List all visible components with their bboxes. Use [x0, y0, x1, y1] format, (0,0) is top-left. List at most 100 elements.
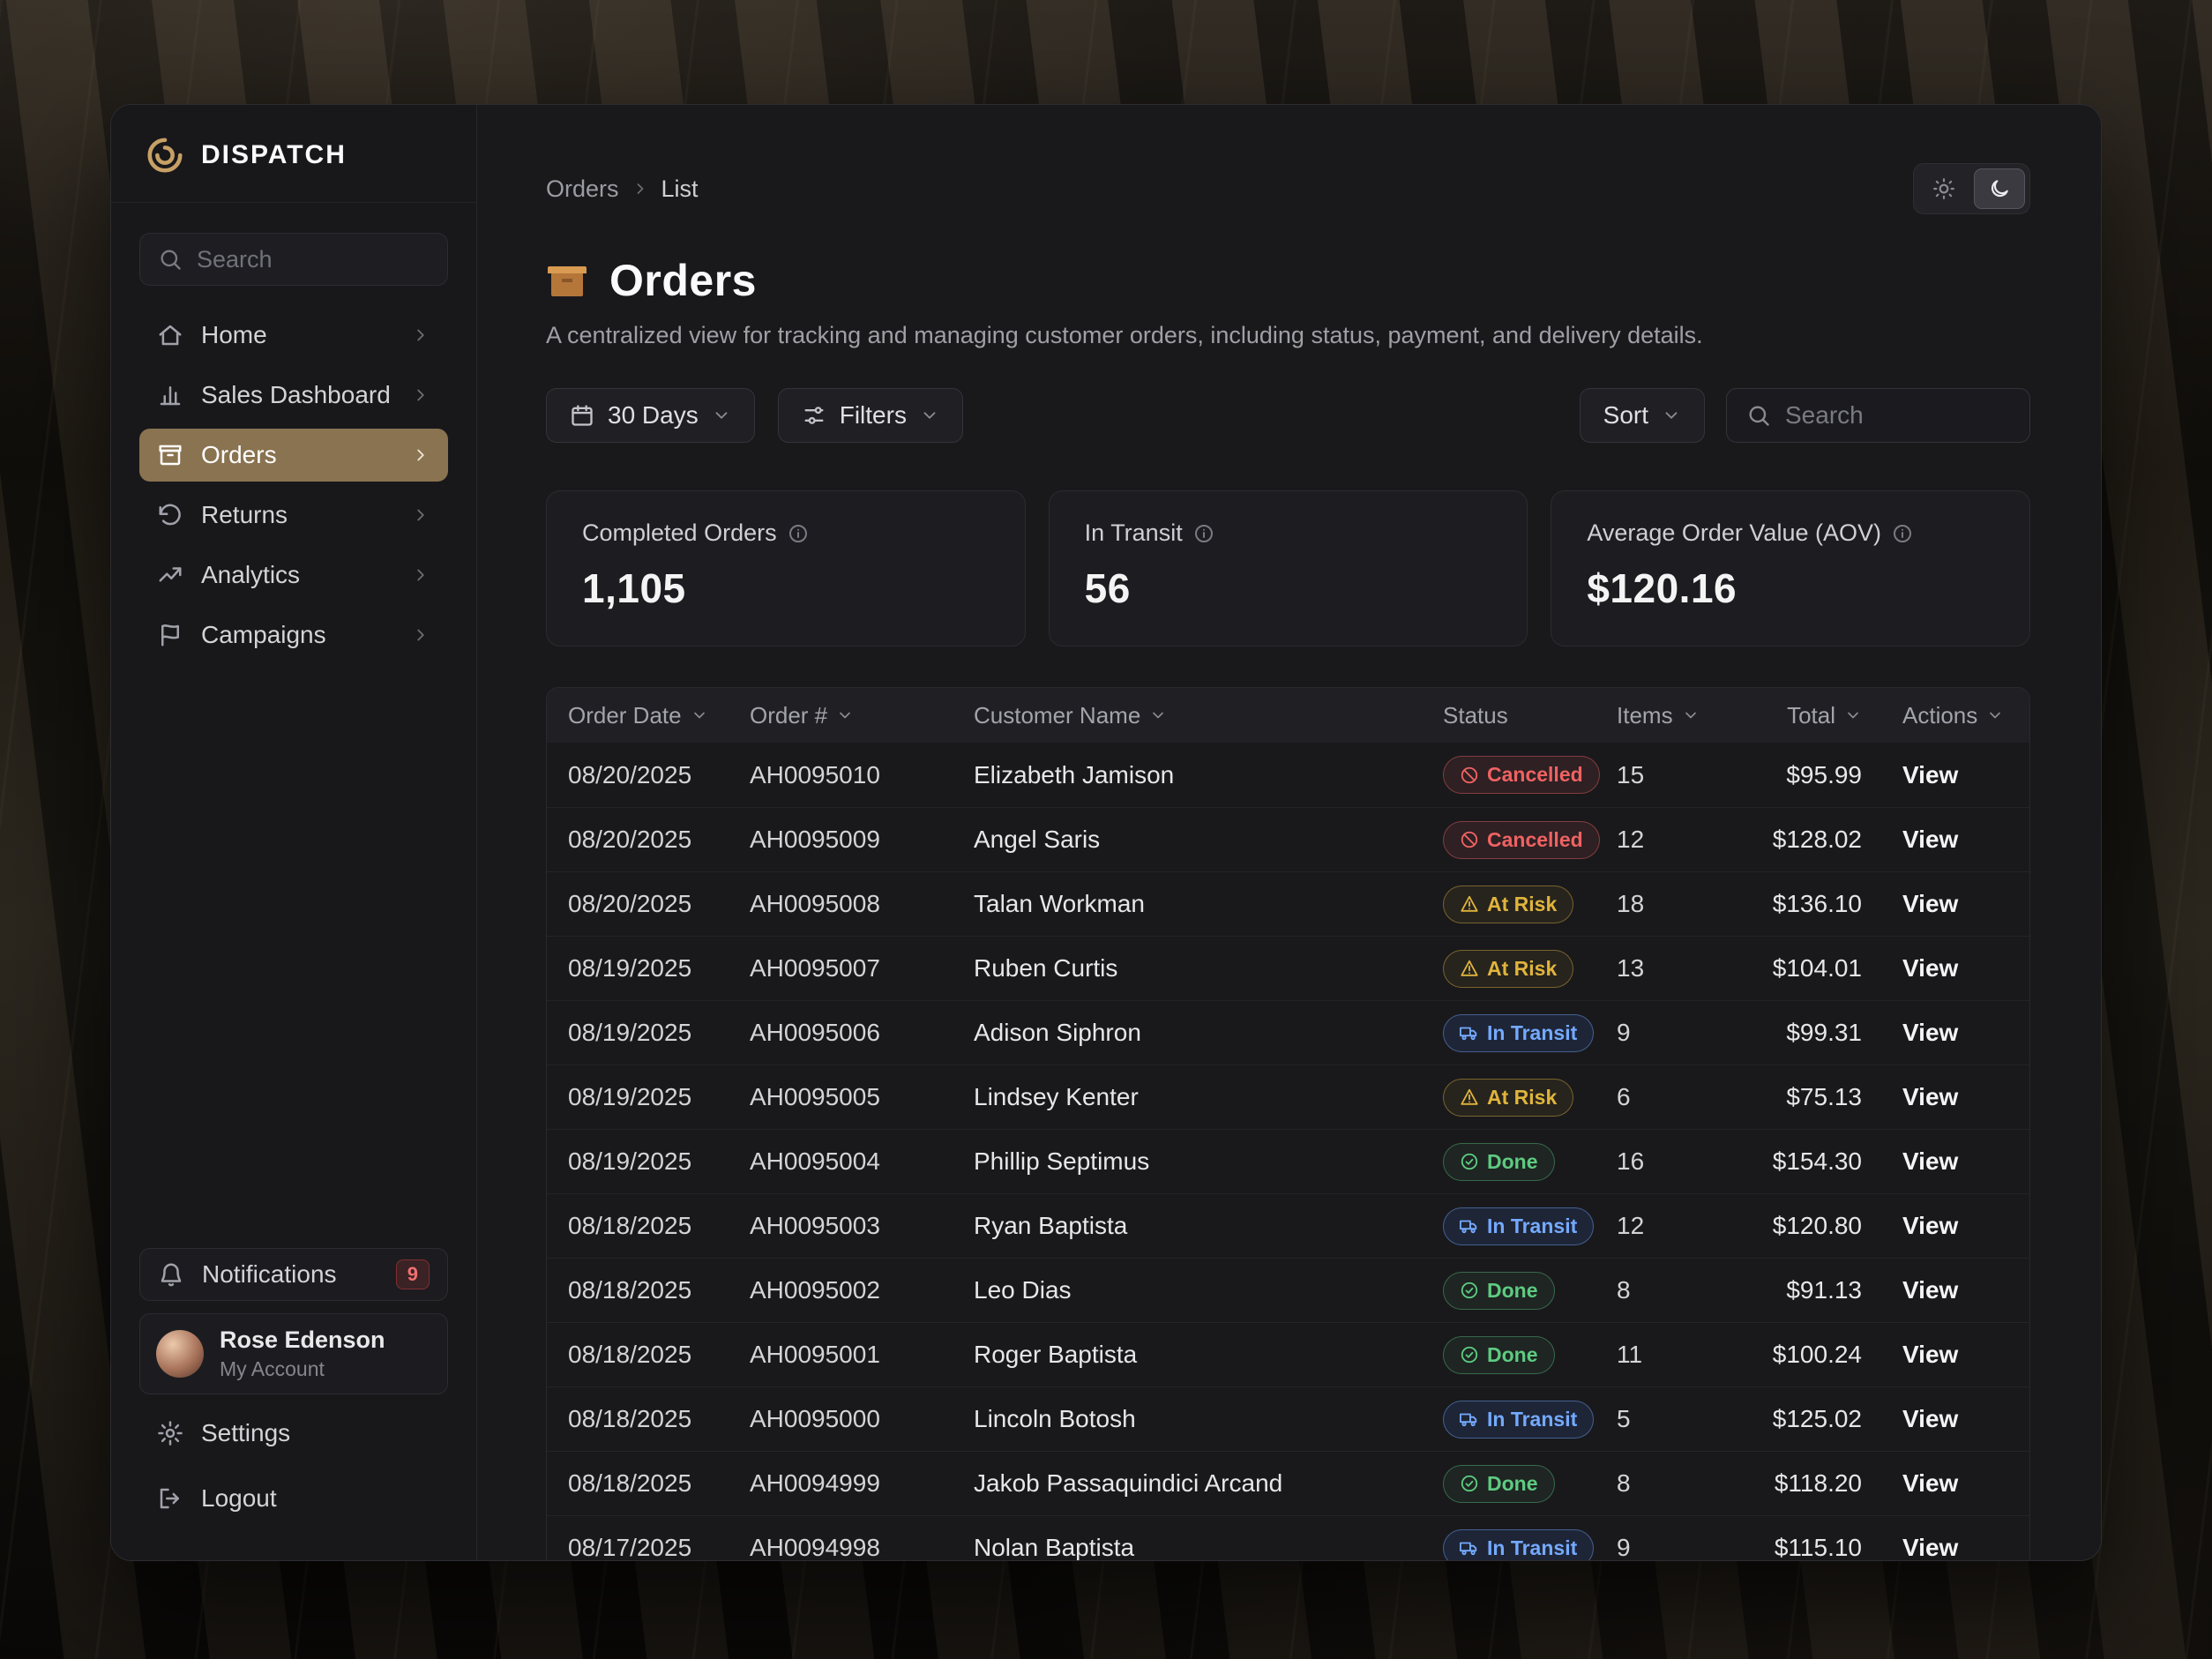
column-label: Order #: [750, 702, 827, 729]
view-order-button[interactable]: View: [1902, 1469, 1958, 1498]
view-order-button[interactable]: View: [1902, 1019, 1958, 1047]
view-order-button[interactable]: View: [1902, 1534, 1958, 1560]
status-cell: Cancelled: [1441, 756, 1615, 794]
light-mode-button[interactable]: [1918, 168, 1969, 209]
order-date-cell: 08/20/2025: [547, 890, 748, 918]
chevron-down-icon: [836, 706, 854, 724]
status-cell: At Risk: [1441, 886, 1615, 923]
view-order-button[interactable]: View: [1902, 890, 1958, 918]
column-header-actions[interactable]: Actions: [1901, 702, 2029, 729]
status-cell: In Transit: [1441, 1207, 1615, 1245]
table-header: Order DateOrder # Customer NameStatusItem…: [547, 688, 2029, 743]
sidebar-item-orders[interactable]: Orders: [139, 429, 448, 482]
sidebar-search-input[interactable]: [197, 246, 509, 273]
filters-button[interactable]: Filters: [778, 388, 963, 443]
sidebar-search[interactable]: [139, 233, 448, 286]
app-window: DISPATCH Home Sales Dashboard Orders Return…: [110, 104, 2102, 1561]
at-risk-icon: [1460, 894, 1479, 914]
view-order-button[interactable]: View: [1902, 761, 1958, 789]
done-icon: [1460, 1345, 1479, 1364]
sidebar-item-sales-dashboard[interactable]: Sales Dashboard: [139, 369, 448, 422]
order-date-cell: 08/20/2025: [547, 826, 748, 854]
view-order-button[interactable]: View: [1902, 1212, 1958, 1240]
sort-button[interactable]: Sort: [1580, 388, 1705, 443]
sidebar-item-notifications[interactable]: Notifications 9: [139, 1248, 448, 1301]
table-row: 08/19/2025AH0095004Phillip SeptimusDone1…: [547, 1129, 2029, 1193]
items-cell: 9: [1615, 1534, 1742, 1560]
info-icon[interactable]: [1892, 523, 1913, 544]
total-cell: $91.13: [1742, 1276, 1901, 1304]
order-number-cell: AH0094999: [748, 1469, 972, 1498]
column-header-items[interactable]: Items: [1615, 702, 1742, 729]
dark-mode-button[interactable]: [1974, 168, 2025, 209]
status-cell: At Risk: [1441, 950, 1615, 988]
sidebar-item-settings[interactable]: Settings: [139, 1407, 448, 1460]
items-cell: 9: [1615, 1019, 1742, 1047]
customer-name-cell: Roger Baptista: [972, 1341, 1441, 1369]
sidebar-bottom: Notifications 9 Rose Edenson My Account …: [111, 1227, 476, 1560]
sort-label: Sort: [1603, 401, 1648, 430]
view-order-button[interactable]: View: [1902, 1405, 1958, 1433]
stat-label: Average Order Value (AOV): [1587, 519, 1881, 547]
view-order-button[interactable]: View: [1902, 1341, 1958, 1369]
view-order-button[interactable]: View: [1902, 1276, 1958, 1304]
column-header-total[interactable]: Total: [1742, 702, 1901, 729]
sidebar-item-analytics[interactable]: Analytics: [139, 549, 448, 602]
actions-cell: View: [1901, 1212, 2029, 1240]
column-header-status[interactable]: Status: [1441, 702, 1615, 729]
done-icon: [1460, 1152, 1479, 1171]
orders-table: Order DateOrder # Customer NameStatusItem…: [546, 687, 2030, 1560]
status-label: At Risk: [1487, 893, 1557, 916]
actions-cell: View: [1901, 1083, 2029, 1111]
order-number-cell: AH0095010: [748, 761, 972, 789]
actions-cell: View: [1901, 1469, 2029, 1498]
sidebar-item-logout[interactable]: Logout: [139, 1472, 448, 1525]
stat-value: 1,105: [582, 564, 990, 612]
actions-cell: View: [1901, 1147, 2029, 1176]
table-search[interactable]: [1726, 388, 2030, 443]
customer-name-cell: Jakob Passaquindici Arcand: [972, 1469, 1441, 1498]
view-order-button[interactable]: View: [1902, 954, 1958, 983]
sidebar-item-returns[interactable]: Returns: [139, 489, 448, 542]
view-order-button[interactable]: View: [1902, 826, 1958, 854]
customer-name-cell: Elizabeth Jamison: [972, 761, 1441, 789]
search-icon: [1746, 403, 1771, 428]
view-order-button[interactable]: View: [1902, 1147, 1958, 1176]
page-title: Orders: [609, 255, 757, 306]
brand-name: DISPATCH: [201, 140, 347, 170]
user-account[interactable]: Rose Edenson My Account: [139, 1313, 448, 1394]
status-label: Cancelled: [1487, 763, 1583, 787]
chevron-right-icon: [411, 625, 430, 645]
returns-icon: [157, 502, 183, 528]
order-number-cell: AH0095003: [748, 1212, 972, 1240]
order-date-cell: 08/19/2025: [547, 954, 748, 983]
breadcrumb-orders[interactable]: Orders: [546, 176, 619, 203]
table-row: 08/19/2025AH0095005Lindsey KenterAt Risk…: [547, 1065, 2029, 1129]
box-icon: [157, 442, 183, 468]
total-cell: $115.10: [1742, 1534, 1901, 1560]
column-header-order-date[interactable]: Order Date: [547, 702, 748, 729]
stat-label: Completed Orders: [582, 519, 777, 547]
date-range-button[interactable]: 30 Days: [546, 388, 755, 443]
total-cell: $95.99: [1742, 761, 1901, 789]
sidebar-item-home[interactable]: Home: [139, 309, 448, 362]
sidebar-item-campaigns[interactable]: Campaigns: [139, 609, 448, 661]
done-icon: [1460, 1474, 1479, 1493]
info-icon[interactable]: [788, 523, 809, 544]
items-cell: 12: [1615, 826, 1742, 854]
status-label: Done: [1487, 1150, 1538, 1174]
chevron-down-icon: [1149, 706, 1167, 724]
chevron-right-icon: [411, 325, 430, 345]
nav-item-label: Returns: [201, 501, 288, 529]
table-search-input[interactable]: [1785, 401, 2010, 430]
column-header-order[interactable]: Order #: [748, 702, 972, 729]
view-order-button[interactable]: View: [1902, 1083, 1958, 1111]
order-date-cell: 08/17/2025: [547, 1534, 748, 1560]
status-label: At Risk: [1487, 957, 1557, 981]
info-icon[interactable]: [1193, 523, 1214, 544]
status-cell: At Risk: [1441, 1079, 1615, 1117]
done-icon: [1460, 1281, 1479, 1300]
column-header-customer-name[interactable]: Customer Name: [972, 702, 1441, 729]
table-row: 08/19/2025AH0095006Adison SiphronIn Tran…: [547, 1000, 2029, 1065]
status-badge: In Transit: [1443, 1529, 1594, 1561]
